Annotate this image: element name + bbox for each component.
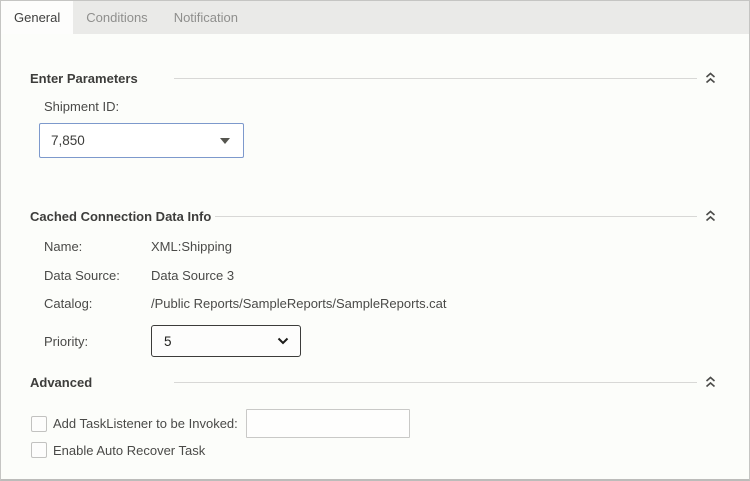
section-title-advanced: Advanced	[30, 374, 93, 390]
collapse-button[interactable]	[704, 376, 716, 388]
section-advanced: Advanced	[30, 374, 716, 390]
task-listener-input[interactable]	[245, 409, 410, 438]
schedule-dialog: General Conditions Notification Enter Pa…	[0, 0, 750, 481]
shipment-id-label: Shipment ID:	[44, 99, 120, 114]
name-value: XML:Shipping	[151, 239, 232, 254]
name-label: Name:	[44, 239, 83, 254]
info-row-data-source: Data Source: Data Source 3	[44, 268, 749, 284]
tab-notification[interactable]: Notification	[161, 1, 251, 34]
tab-conditions[interactable]: Conditions	[73, 1, 160, 34]
section-divider	[174, 77, 697, 79]
catalog-value: /Public Reports/SampleReports/SampleRepo…	[151, 296, 447, 311]
section-title-cached-info: Cached Connection Data Info	[30, 208, 212, 224]
section-enter-parameters: Enter Parameters	[30, 70, 716, 86]
priority-select[interactable]: 5	[151, 325, 301, 357]
double-chevron-up-icon	[705, 210, 715, 222]
double-chevron-up-icon	[705, 72, 715, 84]
catalog-label: Catalog:	[44, 296, 93, 311]
triangle-down-icon	[220, 137, 230, 144]
priority-row: Priority: 5	[44, 325, 749, 357]
task-listener-label[interactable]: Add TaskListener to be Invoked:	[53, 416, 238, 431]
section-divider	[215, 215, 697, 217]
section-cached-info: Cached Connection Data Info	[30, 208, 716, 224]
auto-recover-checkbox[interactable]	[31, 442, 47, 458]
tab-bar: General Conditions Notification	[1, 1, 749, 34]
task-listener-checkbox[interactable]	[31, 415, 47, 432]
auto-recover-row: Enable Auto Recover Task	[31, 442, 749, 458]
data-source-value: Data Source 3	[151, 268, 235, 283]
priority-label: Priority:	[44, 333, 89, 349]
shipment-id-combobox[interactable]: 7,850	[39, 123, 244, 158]
collapse-button[interactable]	[704, 72, 716, 84]
auto-recover-label[interactable]: Enable Auto Recover Task	[53, 443, 205, 458]
collapse-button[interactable]	[704, 210, 716, 222]
section-divider	[174, 381, 697, 383]
info-row-name: Name: XML:Shipping	[44, 239, 749, 255]
info-row-catalog: Catalog: /Public Reports/SampleReports/S…	[44, 296, 749, 312]
shipment-id-value: 7,850	[51, 133, 85, 148]
section-title-enter-parameters: Enter Parameters	[30, 70, 138, 86]
double-chevron-up-icon	[705, 376, 715, 388]
data-source-label: Data Source:	[44, 268, 120, 283]
task-listener-row: Add TaskListener to be Invoked:	[31, 409, 749, 438]
tab-general[interactable]: General	[1, 1, 74, 34]
general-tab-panel: Enter Parameters Shipment ID: 7,850 Cach…	[1, 34, 749, 479]
chevron-down-icon	[277, 337, 289, 345]
priority-value: 5	[164, 333, 172, 349]
